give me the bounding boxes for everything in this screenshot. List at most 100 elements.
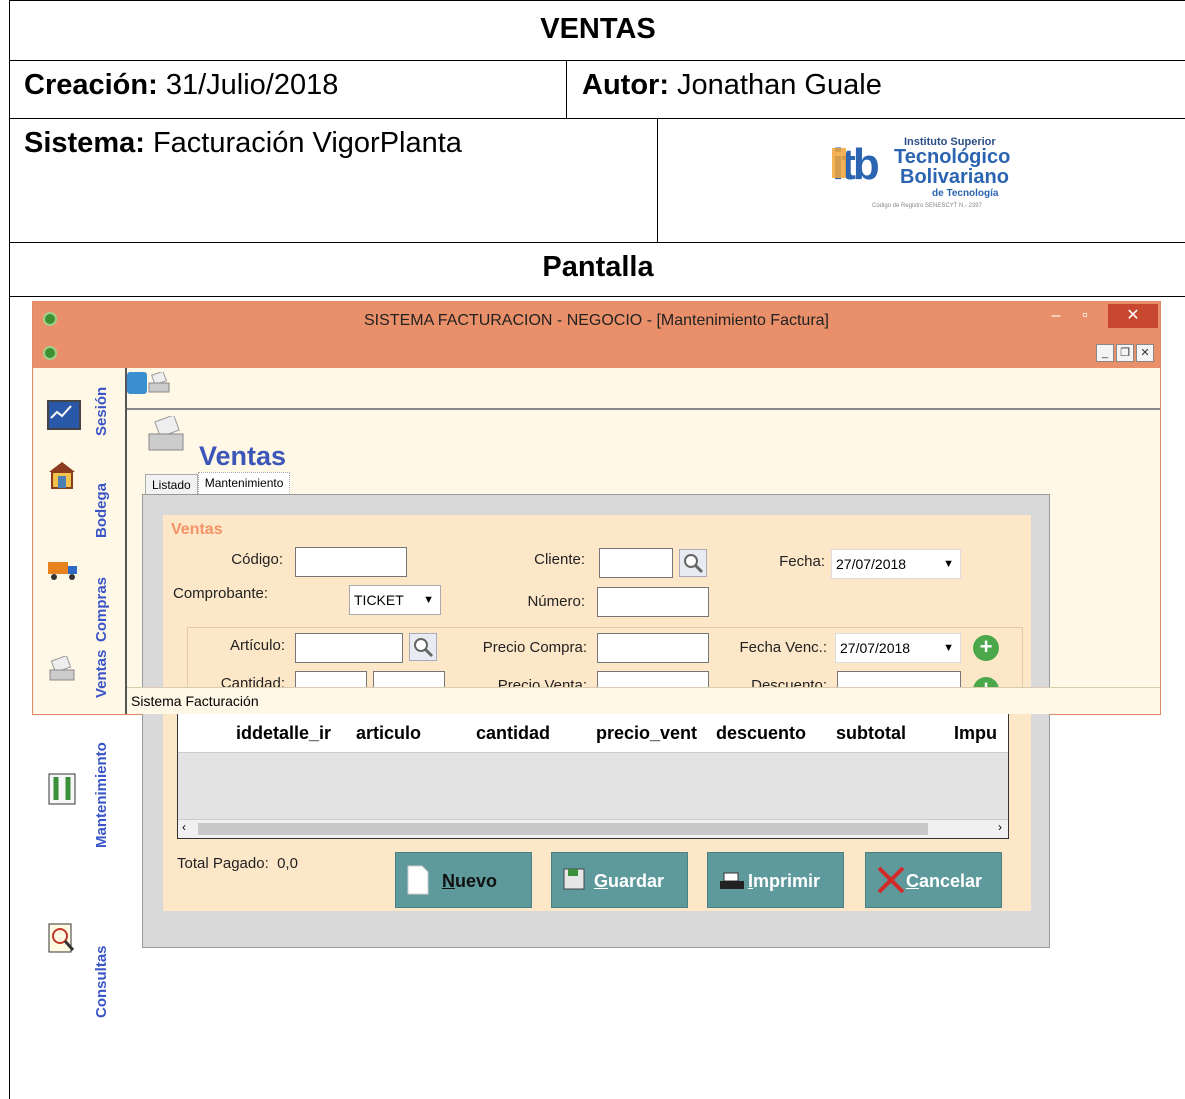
form-title: Ventas xyxy=(199,441,287,471)
table-border xyxy=(10,60,1185,61)
cancelar-button[interactable]: Cancelar xyxy=(865,852,1002,908)
sidebar-item-consultas[interactable]: Consultas xyxy=(33,894,125,1024)
status-text: Sistema Facturación xyxy=(131,693,259,709)
fecha-venc-label: Fecha Venc.: xyxy=(739,639,827,656)
sidebar-label: Sesión xyxy=(93,386,110,436)
logo-small: Código de Registro SENESCYT N.- 2397 xyxy=(872,203,982,209)
tab-panel: Ventas Código: Comprobante: TICKET ▼ Clie… xyxy=(142,494,1050,948)
new-document-icon xyxy=(406,865,430,895)
tab-listado[interactable]: Listado xyxy=(145,474,198,496)
total-label: Total Pagado: xyxy=(177,855,269,872)
cancel-x-icon xyxy=(876,865,905,895)
search-icon[interactable] xyxy=(409,633,437,661)
child-restore-icon[interactable]: ❐ xyxy=(1116,344,1134,362)
grid-column[interactable]: descuento xyxy=(716,723,826,744)
detail-grid[interactable]: iddetalle_ir articulo cantidad precio_ve… xyxy=(177,713,1009,839)
author-field: Autor: Jonathan Guale xyxy=(582,69,882,101)
guardar-button[interactable]: Guardar xyxy=(551,852,688,908)
window-title: SISTEMA FACTURACION - NEGOCIO - [Manteni… xyxy=(364,312,829,329)
table-border xyxy=(10,296,1185,297)
tab-mantenimiento[interactable]: Mantenimiento xyxy=(197,472,291,494)
printer-icon xyxy=(718,865,744,895)
status-bar: Sistema Facturación xyxy=(127,687,1160,714)
pantalla-heading: Pantalla xyxy=(542,251,654,283)
mdi-bar: _ ❐ ✕ xyxy=(33,340,1160,368)
form-title-icon xyxy=(145,414,189,456)
grid-column[interactable]: iddetalle_ir xyxy=(236,723,352,744)
document-header: VENTAS xyxy=(540,13,656,45)
tools-icon xyxy=(47,772,77,805)
child-close-icon[interactable]: ✕ xyxy=(1136,344,1154,362)
comprobante-select[interactable]: TICKET ▼ xyxy=(349,585,441,615)
sidebar-label: Ventas xyxy=(93,649,110,698)
articulo-input[interactable] xyxy=(295,633,403,663)
monitor-icon xyxy=(47,400,81,430)
precio-compra-input[interactable] xyxy=(597,633,709,663)
truck-icon xyxy=(47,558,77,584)
search-icon[interactable] xyxy=(679,549,707,577)
child-minimize-icon[interactable]: _ xyxy=(1096,344,1114,362)
itb-logo: itb Instituto Superior Tecnológico Boliv… xyxy=(832,132,1012,222)
scroll-thumb[interactable] xyxy=(198,823,928,835)
grid-column[interactable]: articulo xyxy=(356,723,456,744)
articulo-label: Artículo: xyxy=(229,637,285,654)
sidebar-label: Consultas xyxy=(93,945,110,1018)
group-title: Ventas xyxy=(171,521,223,538)
sidebar-item-mantenimiento[interactable]: Mantenimiento xyxy=(33,742,125,894)
imprimir-button[interactable]: Imprimir xyxy=(707,852,844,908)
table-border xyxy=(657,118,658,242)
sidebar-item-ventas[interactable]: Ventas xyxy=(33,644,125,744)
table-border xyxy=(566,60,567,118)
scroll-left-icon[interactable]: ‹ xyxy=(182,820,186,834)
cliente-input[interactable] xyxy=(599,548,673,578)
scroll-right-icon[interactable]: › xyxy=(998,820,1002,834)
sidebar-item-sesion[interactable]: Sesión xyxy=(33,374,125,454)
precio-compra-label: Precio Compra: xyxy=(482,639,587,656)
fecha-label: Fecha: xyxy=(779,553,825,570)
save-icon xyxy=(562,865,586,895)
sidebar: Sesión Bodega Compras Ventas Mantenimien… xyxy=(33,368,127,1018)
add-item-icon[interactable]: + xyxy=(973,635,999,661)
grid-column[interactable]: subtotal xyxy=(836,723,936,744)
grid-column[interactable]: precio_vent xyxy=(596,723,704,744)
mdi-buttons: _ ❐ ✕ xyxy=(1096,344,1154,362)
chevron-down-icon: ▼ xyxy=(423,594,434,606)
sidebar-item-compras[interactable]: Compras xyxy=(33,544,125,644)
tab-bar: Listado Mantenimiento xyxy=(145,472,291,496)
maximize-icon[interactable]: ▫ xyxy=(1074,304,1096,328)
grid-header: iddetalle_ir articulo cantidad precio_ve… xyxy=(178,714,1008,753)
numero-input[interactable] xyxy=(597,587,709,617)
logo-mark-accent xyxy=(832,148,846,178)
fecha-venc-value: 27/07/2018 xyxy=(840,640,911,656)
logo-line2: Bolivariano xyxy=(900,166,1009,188)
total-value: 0,0 xyxy=(277,855,298,872)
fecha-value: 27/07/2018 xyxy=(836,556,907,572)
fecha-venc-picker[interactable]: 27/07/2018 ▼ xyxy=(835,633,961,663)
cliente-label: Cliente: xyxy=(534,551,585,568)
toolbar xyxy=(127,368,1160,410)
sidebar-label: Mantenimiento xyxy=(93,742,110,848)
codigo-input[interactable] xyxy=(295,547,407,577)
creation-field: Creación: 31/Julio/2018 xyxy=(24,69,339,101)
nuevo-button[interactable]: Nuevo xyxy=(395,852,532,908)
sidebar-label: Compras xyxy=(93,576,110,642)
close-icon[interactable]: ✕ xyxy=(1108,304,1158,328)
comprobante-value: TICKET xyxy=(354,592,404,608)
app-window: SISTEMA FACTURACION - NEGOCIO - [Manteni… xyxy=(32,301,1161,1018)
table-border xyxy=(10,0,1185,1)
minimize-icon[interactable]: – xyxy=(1046,304,1066,328)
sidebar-item-bodega[interactable]: Bodega xyxy=(33,454,125,544)
warehouse-icon xyxy=(47,460,77,489)
horizontal-scrollbar[interactable]: ‹ › xyxy=(178,819,1008,838)
table-border xyxy=(10,242,1185,243)
chevron-down-icon: ▼ xyxy=(943,642,954,654)
home-icon[interactable] xyxy=(127,372,147,394)
child-app-icon xyxy=(43,346,57,360)
print-toolbar-icon[interactable] xyxy=(147,370,173,394)
fecha-picker[interactable]: 27/07/2018 ▼ xyxy=(831,549,961,579)
comprobante-label: Comprobante: xyxy=(173,585,269,602)
work-area: Ventas Listado Mantenimiento Ventas Códi… xyxy=(127,368,1160,948)
numero-label: Número: xyxy=(527,593,585,610)
grid-column[interactable]: cantidad xyxy=(476,723,586,744)
grid-column[interactable]: Impu xyxy=(954,723,1006,744)
